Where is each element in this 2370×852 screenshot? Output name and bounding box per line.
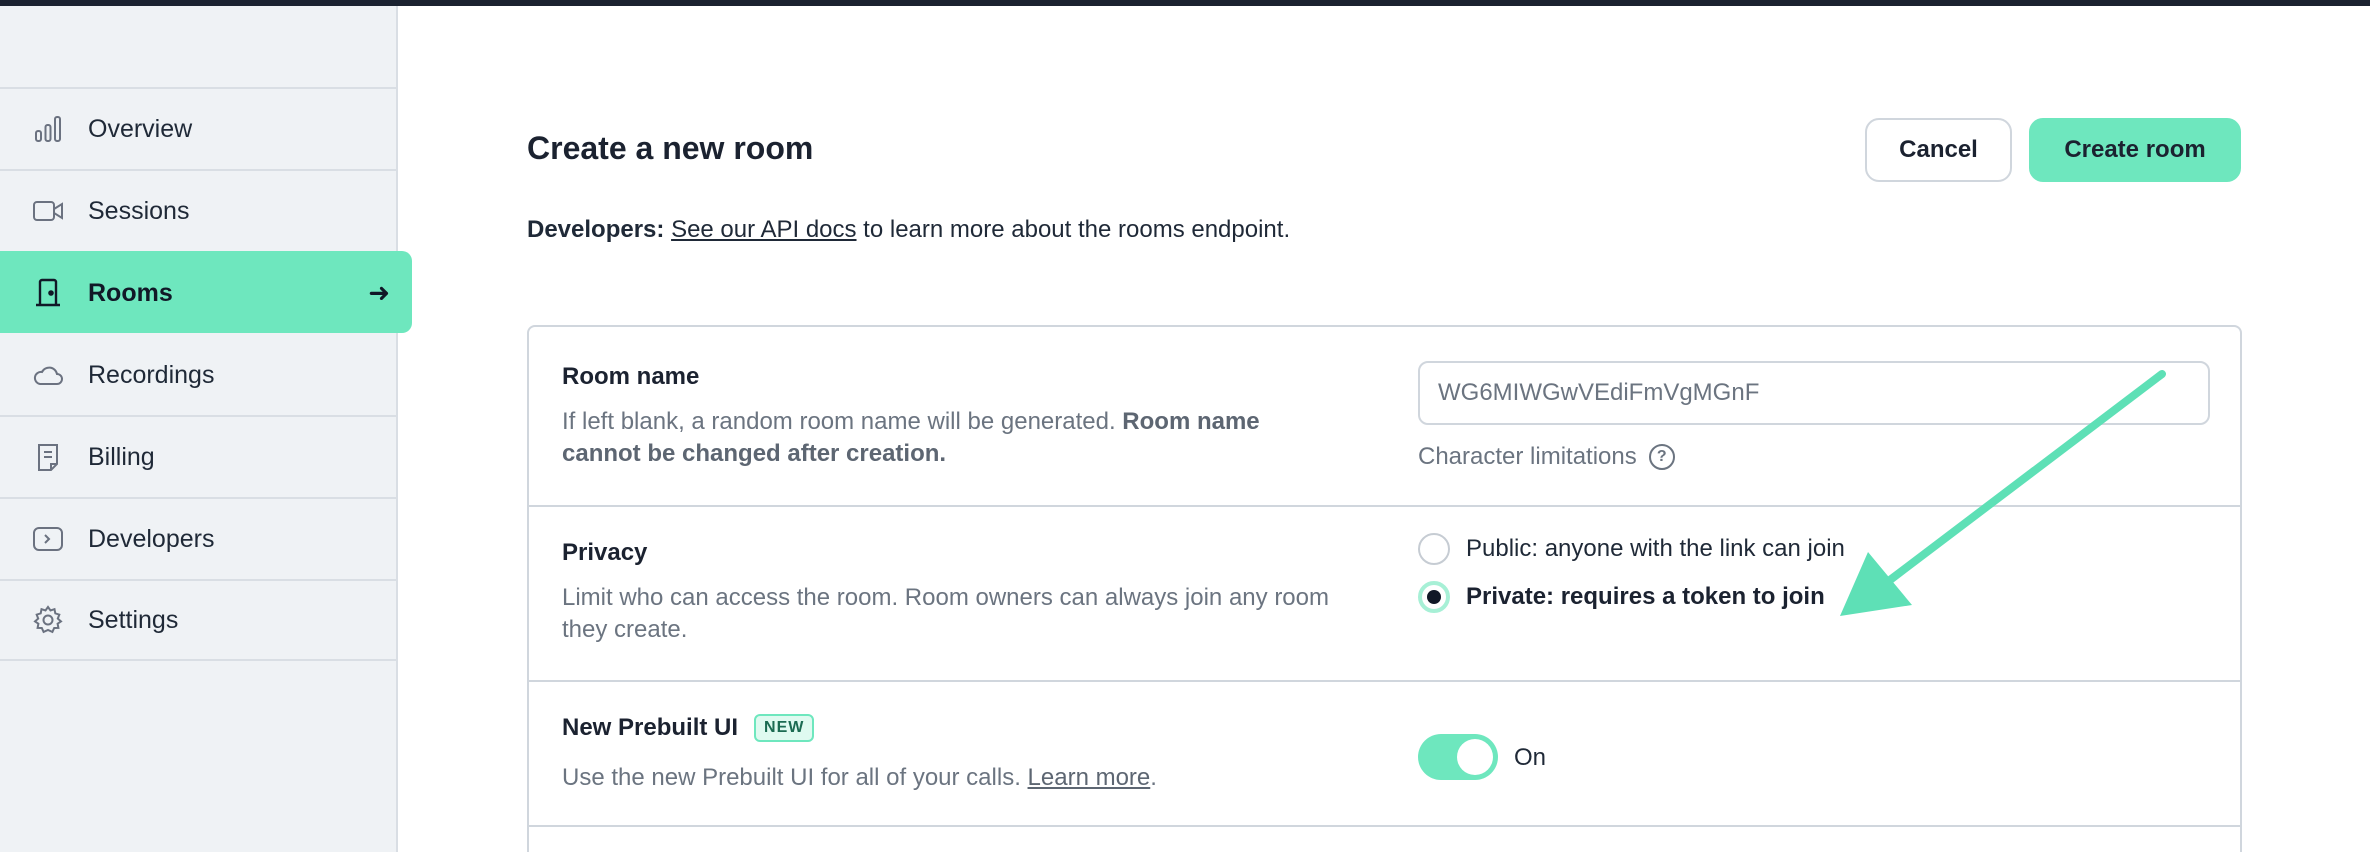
sidebar-item-overview[interactable]: Overview [0, 87, 396, 169]
sidebar-item-developers[interactable]: Developers [0, 497, 396, 579]
prebuilt-desc-text: Use the new Prebuilt UI for all of your … [562, 764, 1028, 791]
radio-private[interactable] [1418, 581, 1450, 613]
room-name-description: If left blank, a random room name will b… [562, 406, 1342, 470]
developers-prefix: Developers: [527, 216, 665, 243]
help-icon[interactable]: ? [1648, 444, 1675, 470]
sidebar-item-label: Developers [88, 524, 215, 553]
privacy-row: Privacy Limit who can access the room. R… [529, 507, 2240, 682]
prebuilt-ui-title: New Prebuilt UI NEW [562, 714, 815, 742]
room-settings-card: Room name If left blank, a random room n… [527, 325, 2242, 852]
room-name-row: Room name If left blank, a random room n… [529, 327, 2240, 507]
privacy-option-private[interactable]: Private: requires a token to join [1418, 581, 1825, 613]
cancel-button[interactable]: Cancel [1865, 118, 2012, 182]
room-name-input[interactable] [1418, 361, 2210, 425]
sidebar-item-label: Overview [88, 114, 193, 143]
page-title: Create a new room [527, 130, 814, 166]
sidebar-item-label: Settings [88, 605, 179, 634]
room-name-title: Room name [562, 363, 700, 390]
prebuilt-desc-end: . [1150, 764, 1157, 791]
prebuilt-ui-row: New Prebuilt UI NEW Use the new Prebuilt… [529, 682, 2240, 827]
sidebar-nav: Overview Sessions Rooms ➜ Recordings Bil… [0, 87, 412, 661]
sidebar: Overview Sessions Rooms ➜ Recordings Bil… [0, 6, 412, 852]
toggle-label: On [1514, 744, 1547, 771]
prebuilt-ui-toggle[interactable] [1418, 734, 1498, 780]
learn-more-link[interactable]: Learn more [1028, 764, 1151, 791]
sidebar-item-label: Sessions [88, 196, 190, 225]
gear-icon [32, 604, 64, 636]
prebuilt-ui-description: Use the new Prebuilt UI for all of your … [562, 762, 1462, 794]
prebuilt-ui-title-text: New Prebuilt UI [562, 714, 739, 741]
sidebar-item-recordings[interactable]: Recordings [0, 333, 396, 415]
sidebar-item-rooms[interactable]: Rooms ➜ [0, 251, 412, 333]
create-room-button[interactable]: Create room [2029, 118, 2241, 182]
cloud-icon [32, 359, 64, 391]
developers-note: Developers: See our API docs to learn mo… [527, 216, 1290, 244]
radio-private-label: Private: requires a token to join [1466, 583, 1825, 610]
arrow-right-icon: ➜ [368, 277, 390, 308]
sidebar-item-label: Recordings [88, 360, 215, 389]
character-limitations: Character limitations ? [1418, 443, 1675, 471]
radio-public[interactable] [1418, 533, 1450, 565]
new-badge: NEW [754, 714, 815, 742]
room-name-desc-text: If left blank, a random room name will b… [562, 408, 1123, 435]
sidebar-item-settings[interactable]: Settings [0, 579, 396, 661]
radio-public-label: Public: anyone with the link can join [1466, 535, 1845, 562]
toggle-knob [1457, 739, 1493, 775]
privacy-description: Limit who can access the room. Room owne… [562, 584, 1329, 643]
receipt-icon [32, 441, 64, 473]
developers-suffix: to learn more about the rooms endpoint. [856, 216, 1291, 243]
code-icon [32, 523, 64, 555]
privacy-title: Privacy [562, 539, 648, 566]
bar-chart-icon [32, 113, 64, 145]
video-camera-icon [32, 195, 64, 227]
sidebar-item-label: Rooms [88, 278, 173, 307]
privacy-option-public[interactable]: Public: anyone with the link can join [1418, 533, 1845, 565]
character-limitations-label: Character limitations [1418, 443, 1637, 470]
sidebar-item-billing[interactable]: Billing [0, 415, 396, 497]
sidebar-item-sessions[interactable]: Sessions [0, 169, 396, 251]
sidebar-item-label: Billing [88, 442, 155, 471]
door-icon [32, 277, 64, 309]
api-docs-link[interactable]: See our API docs [671, 216, 856, 243]
